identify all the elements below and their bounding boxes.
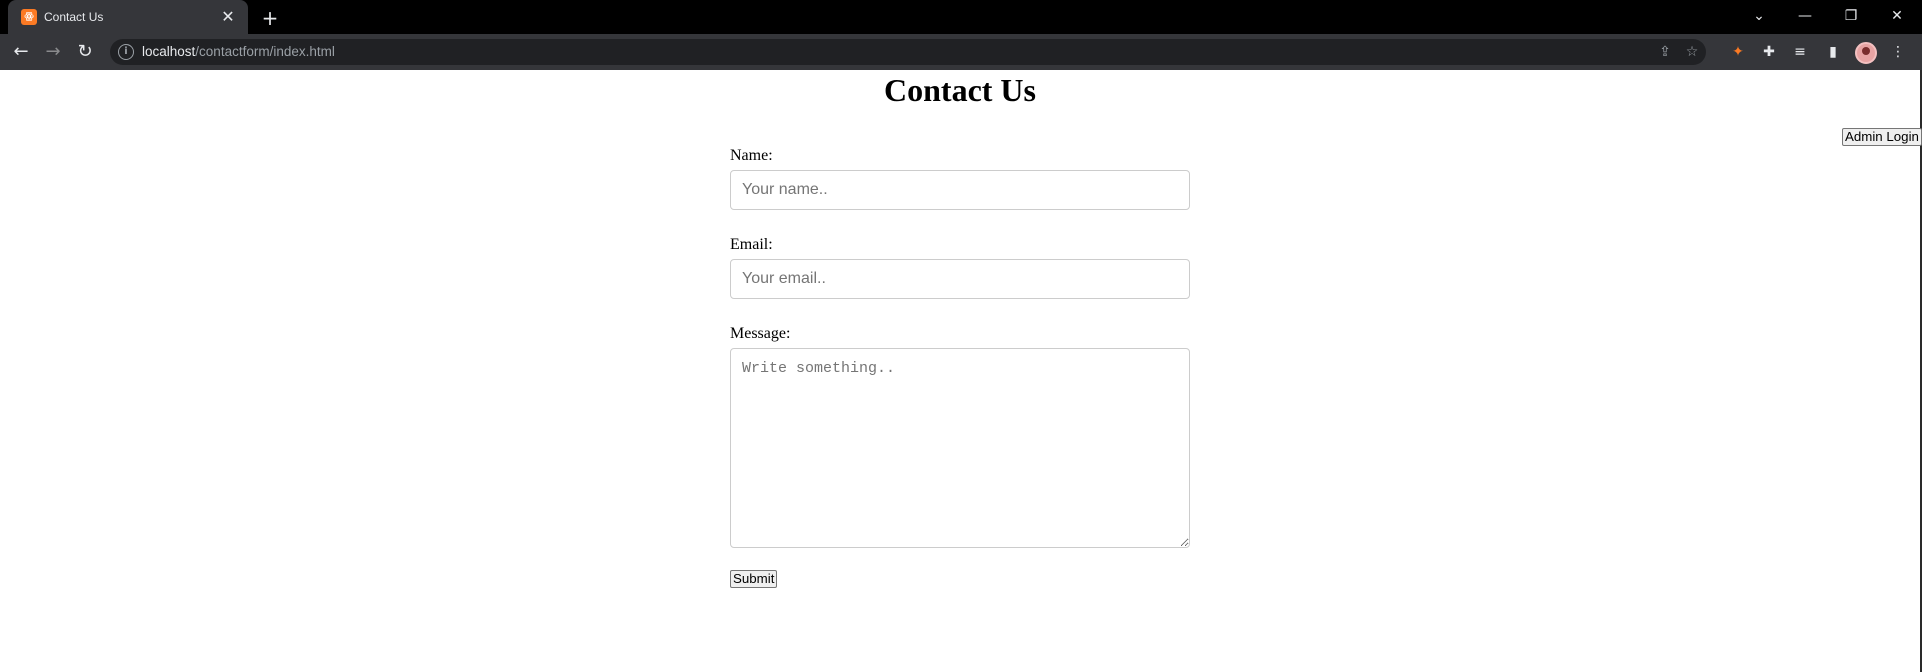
extension-icon[interactable]: ✦ <box>1728 42 1748 62</box>
media-control-icon[interactable]: ≡ <box>1790 42 1810 62</box>
profile-avatar[interactable] <box>1855 42 1877 64</box>
browser-toolbar: ← → ↻ i localhost/contactform/index.html… <box>0 34 1922 70</box>
restore-window-button[interactable]: ❐ <box>1828 2 1874 30</box>
site-info-icon[interactable]: i <box>118 44 134 60</box>
bookmark-star-icon[interactable]: ☆ <box>1682 42 1702 62</box>
close-tab-icon[interactable]: ✕ <box>218 7 238 27</box>
url-host: localhost <box>142 44 196 59</box>
page-title: Contact Us <box>884 72 1036 108</box>
xampp-favicon-icon: ꙮ <box>21 9 37 25</box>
side-panel-icon[interactable]: ▮ <box>1823 42 1843 62</box>
url-path: /contactform/index.html <box>195 44 335 59</box>
admin-login-button[interactable]: Admin Login <box>1842 128 1922 146</box>
extensions-puzzle-icon[interactable]: ✚ <box>1759 42 1779 62</box>
browser-menu-icon[interactable]: ⋮ <box>1888 42 1908 62</box>
share-icon[interactable]: ⇪ <box>1655 42 1675 62</box>
close-window-button[interactable]: ✕ <box>1874 2 1920 30</box>
contact-form: Name: Email: Message: Submit <box>730 146 1190 588</box>
message-textarea[interactable] <box>730 348 1190 548</box>
tab-title: Contact Us <box>44 10 104 24</box>
email-input[interactable] <box>730 259 1190 299</box>
address-bar[interactable]: i localhost/contactform/index.html ⇪ ☆ <box>110 39 1706 65</box>
back-button[interactable]: ← <box>7 38 35 66</box>
email-label: Email: <box>730 236 773 253</box>
message-label: Message: <box>730 325 791 342</box>
name-label: Name: <box>730 147 773 164</box>
new-tab-button[interactable]: + <box>258 6 282 30</box>
submit-button[interactable]: Submit <box>730 570 778 588</box>
tab-search-dropdown-icon[interactable]: ⌄ <box>1736 2 1782 30</box>
forward-button[interactable]: → <box>39 38 67 66</box>
address-url: localhost/contactform/index.html <box>142 43 335 61</box>
browser-tab-bar: ꙮ Contact Us ✕ + ⌄ — ❐ ✕ <box>0 0 1922 34</box>
name-input[interactable] <box>730 170 1190 210</box>
browser-tab-contact-us[interactable]: ꙮ Contact Us ✕ <box>8 0 248 34</box>
reload-button[interactable]: ↻ <box>71 38 99 66</box>
minimize-window-button[interactable]: — <box>1782 2 1828 30</box>
